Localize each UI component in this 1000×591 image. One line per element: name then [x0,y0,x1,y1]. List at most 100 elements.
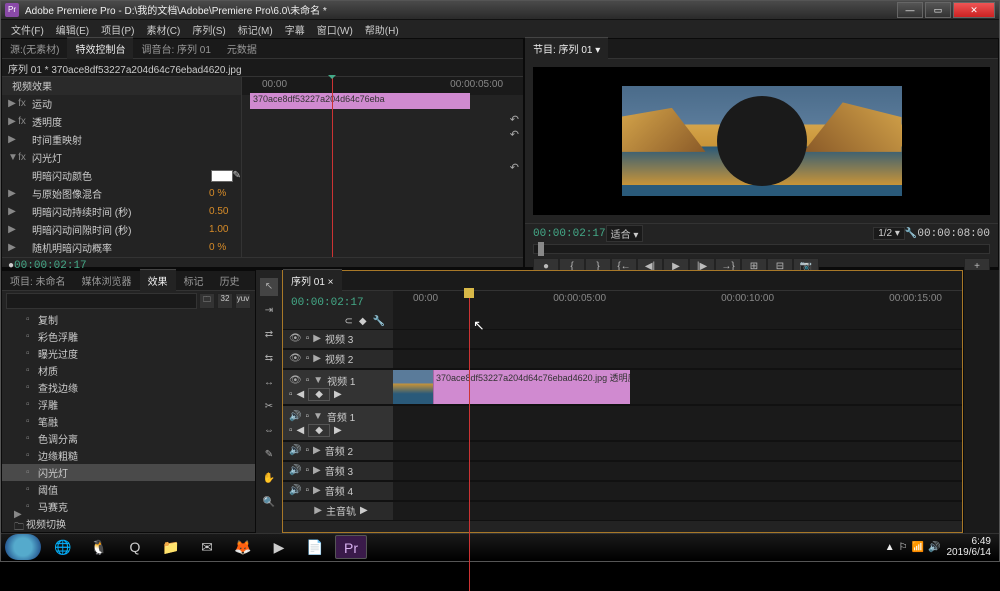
taskbar-app[interactable]: 📁 [155,535,187,559]
ec-property[interactable]: ▶ 与原始图像混合0 % [2,185,241,203]
tab-source-1[interactable]: 特效控制台 [67,37,133,59]
reset-icon[interactable]: ↶ [510,128,519,141]
tab-project-1[interactable]: 媒体浏览器 [74,270,140,291]
tool-rolling[interactable]: ⇆ [260,350,278,368]
taskbar-app[interactable]: 📄 [299,535,331,559]
tray-icon[interactable]: ⚐ [899,542,908,553]
zoom-select[interactable]: 适合 ▾ [606,225,644,242]
taskbar-app[interactable]: 🌐 [47,535,79,559]
effects-item[interactable]: ▫ 阈值 [2,481,255,498]
clock-date[interactable]: 2019/6/14 [947,547,992,558]
menu-标记(M)[interactable]: 标记(M) [232,20,279,38]
video-track[interactable]: 👁▫▶视频 3 [283,329,962,349]
effects-item[interactable]: ▫ 曝光过度 [2,345,255,362]
ec-property[interactable]: ▼fx闪光灯 [2,149,241,167]
tool-rate[interactable]: ↔ [260,374,278,392]
tab-source-3[interactable]: 元数据 [219,38,265,59]
menu-文件(F)[interactable]: 文件(F) [5,20,50,38]
tool-slip[interactable]: ⇔ [260,422,278,440]
wrench-icon[interactable]: 🔧 [373,316,385,327]
tab-source-0[interactable]: 源:(无素材) [2,38,67,59]
tab-project-3[interactable]: 标记 [176,270,212,291]
menu-序列(S)[interactable]: 序列(S) [186,20,231,38]
taskbar-premiere[interactable]: Pr [335,535,367,559]
effects-item[interactable]: ▫ 浮雕 [2,396,255,413]
reset-icon[interactable]: ↶ [510,161,519,174]
wrench-icon[interactable]: 🔧 [905,228,917,239]
btn-32[interactable]: 🗀 [199,293,215,309]
snap-icon[interactable]: ⊂ [344,316,352,327]
tab-sequence[interactable]: 序列 01 × [283,269,342,291]
btn-yuv[interactable]: yuv [235,293,251,309]
effects-search-input[interactable] [6,293,197,309]
ec-property[interactable]: 明暗闪动颜色✎ [2,167,241,185]
effects-item[interactable]: ▫ 复制 [2,311,255,328]
program-monitor[interactable] [533,67,990,215]
reset-icon[interactable]: ↶ [510,113,519,126]
menu-窗口(W)[interactable]: 窗口(W) [311,20,359,38]
tab-project-2[interactable]: 效果 [140,269,176,291]
ec-property[interactable]: ▶fx透明度 [2,113,241,131]
effects-item[interactable]: ▫ 查找边缘 [2,379,255,396]
taskbar-app[interactable]: 🦊 [227,535,259,559]
timeline-timecode[interactable]: 00:00:02:17 [291,297,364,309]
start-button[interactable] [5,534,41,560]
ec-playhead[interactable] [332,77,333,257]
audio-track[interactable]: 🔊▫▶音频 3 [283,461,962,481]
btn-32[interactable]: 32 [217,293,233,309]
ec-property[interactable]: ▶ 明暗闪动间隙时间 (秒)1.00 [2,221,241,239]
ec-property[interactable]: ▶fx运动 [2,95,241,113]
effects-item[interactable]: ▫ 笔融 [2,413,255,430]
effects-item[interactable]: ▫ 色调分离 [2,430,255,447]
tool-razor[interactable]: ✂ [260,398,278,416]
tab-source-2[interactable]: 调音台: 序列 01 [133,38,218,59]
ec-clip-bar[interactable]: 370ace8df53227a204d64c76eba [250,93,470,109]
audio-track[interactable]: 🔊▫▼音频 1▫◀◆▶ [283,405,962,441]
marker-icon[interactable]: ◆ [359,316,367,327]
tool-pen[interactable]: ✎ [260,446,278,464]
ec-property[interactable]: ▶时间重映射 [2,131,241,149]
tool-ripple[interactable]: ⇄ [260,326,278,344]
taskbar-app[interactable]: ▶ [263,535,295,559]
timeline-playhead[interactable] [469,291,470,591]
timeline-ruler[interactable]: 00:00 00:00:05:00 00:00:10:00 00:00:15:0… [393,291,962,307]
effects-item[interactable]: ▫ 闪光灯 [2,464,255,481]
effects-item[interactable]: ▫ 材质 [2,362,255,379]
res-select[interactable]: 1/2 ▾ [873,227,905,240]
tab-project-4[interactable]: 历史 [212,270,248,291]
ec-property[interactable]: ▶ 明暗闪动持续时间 (秒)0.50 [2,203,241,221]
menu-字幕[interactable]: 字幕 [279,20,311,38]
menu-项目(P)[interactable]: 项目(P) [95,20,140,38]
ec-property[interactable]: ▶ 随机明暗闪动概率0 % [2,239,241,257]
program-timecode[interactable]: 00:00:02:17 [533,228,606,240]
audio-track[interactable]: 🔊▫▶音频 2 [283,441,962,461]
tool-zoom[interactable]: 🔍 [260,494,278,512]
tab-program[interactable]: 节目: 序列 01 ▾ [525,37,608,59]
audio-track[interactable]: 🔊▫▶音频 4 [283,481,962,501]
tab-project-0[interactable]: 项目: 未命名 [2,270,74,291]
menu-帮助(H)[interactable]: 帮助(H) [359,20,405,38]
taskbar-app[interactable]: Q [119,535,151,559]
menu-素材(C)[interactable]: 素材(C) [140,20,186,38]
tool-hand[interactable]: ✋ [260,470,278,488]
video-track[interactable]: 👁▫▼视频 1▫◀◆▶370ace8df53227a204d64c76ebad4… [283,369,962,405]
effects-item[interactable]: ▫ 边缘粗糙 [2,447,255,464]
effects-item[interactable]: ▫ 马赛克 [2,498,255,515]
scrubber[interactable] [533,244,990,254]
effects-item[interactable]: ▫ 彩色浮雕 [2,328,255,345]
tray-icon[interactable]: ▲ [885,542,895,553]
maximize-button[interactable]: ▭ [925,2,951,18]
effects-folder[interactable]: ▶ 🗀 视频切换 [2,515,255,532]
clock-time[interactable]: 6:49 [947,536,992,547]
menu-编辑(E)[interactable]: 编辑(E) [50,20,95,38]
taskbar-app[interactable]: 🐧 [83,535,115,559]
minimize-button[interactable]: — [897,2,923,18]
tool-selection[interactable]: ↖ [260,278,278,296]
eyedropper-icon[interactable]: ✎ [233,170,241,181]
tray-icon[interactable]: 🔊 [928,542,940,553]
timeline-clip[interactable]: 370ace8df53227a204d64c76ebad4620.jpg 透明度… [393,370,630,404]
tray-icon[interactable]: 📶 [912,542,924,553]
color-swatch[interactable] [211,170,233,182]
tool-track-select[interactable]: ⇥ [260,302,278,320]
taskbar-app[interactable]: ✉ [191,535,223,559]
